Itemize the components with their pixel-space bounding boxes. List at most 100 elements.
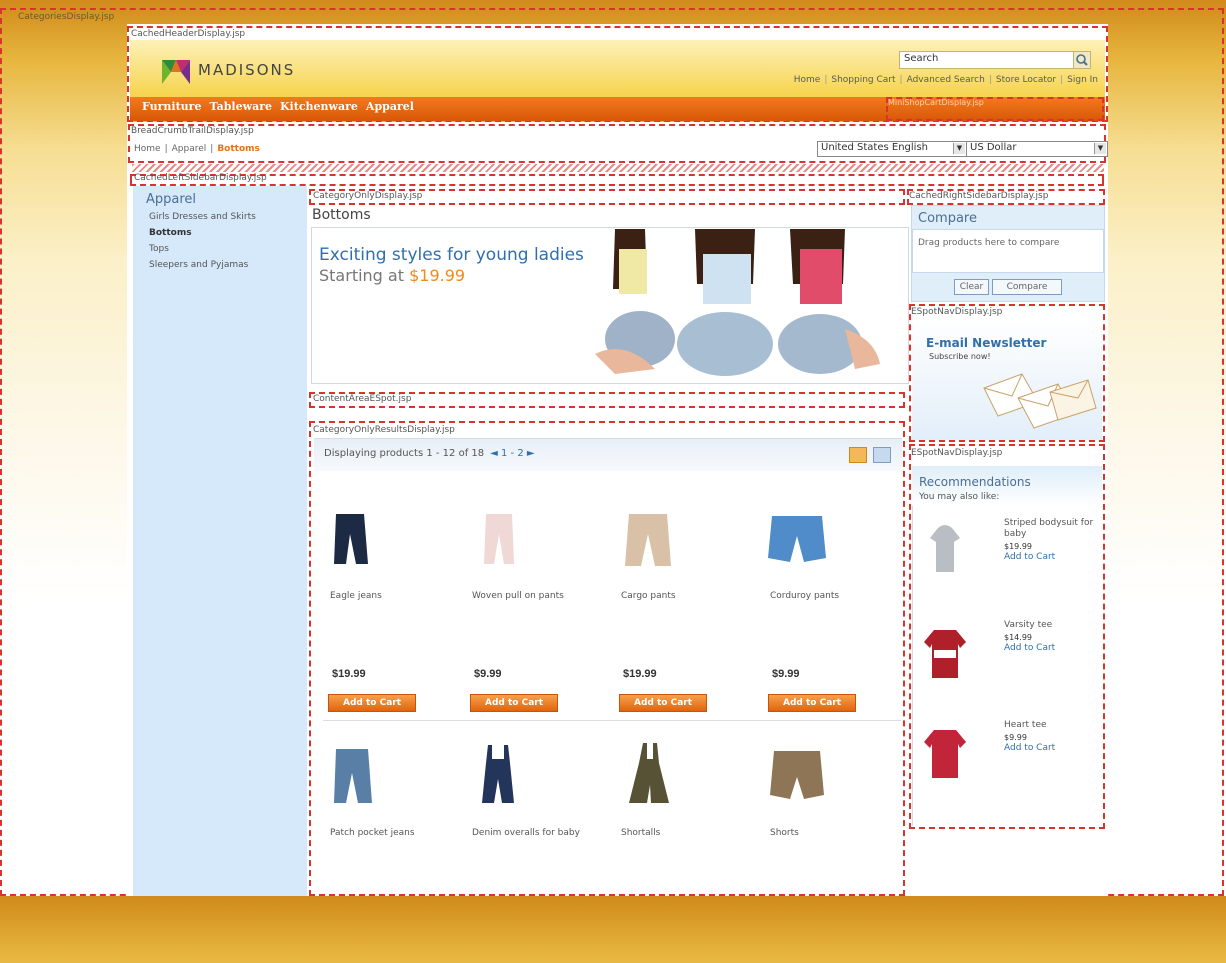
currency-select[interactable]: US Dollar ▼ <box>966 141 1108 157</box>
breadcrumb-home[interactable]: Home <box>134 144 161 154</box>
product-card[interactable]: Denim overalls for baby <box>458 727 598 963</box>
product-card[interactable]: Shortalls <box>607 727 747 963</box>
sidebar-item-tops[interactable]: Tops <box>149 244 256 254</box>
add-to-cart-button[interactable]: Add to Cart <box>768 694 856 712</box>
add-to-cart-button[interactable]: Add to Cart <box>328 694 416 712</box>
grid-view-icon[interactable] <box>849 447 867 463</box>
link-sign-in[interactable]: Sign In <box>1067 75 1098 85</box>
recommendation-info: Heart tee $9.99 Add to Cart <box>1004 720 1100 754</box>
product-card[interactable]: Cargo pants $19.99 Add to Cart <box>607 490 747 726</box>
compare-instructions: Drag products here to compare <box>918 238 1060 248</box>
product-name[interactable]: Denim overalls for baby <box>472 827 592 839</box>
header-links: Home | Shopping Cart | Advanced Search | St… <box>794 75 1098 85</box>
envelope-icon <box>983 373 1097 429</box>
banner-photo <box>585 229 890 381</box>
list-view-icon[interactable] <box>873 447 891 463</box>
recommendation-name[interactable]: Heart tee <box>1004 720 1047 730</box>
banner-subline: Starting at $19.99 <box>319 266 465 285</box>
frame-label-header: CachedHeaderDisplay.jsp <box>131 29 246 39</box>
add-to-cart-link[interactable]: Add to Cart <box>1004 552 1100 563</box>
compare-drop-zone[interactable] <box>912 229 1104 273</box>
compare-button[interactable]: Compare <box>992 279 1062 295</box>
logo-text: MADISONS <box>198 61 296 79</box>
frame-label-minicart: MiniShopCartDisplay.jsp <box>888 98 984 107</box>
breadcrumb-separator: | <box>210 144 214 154</box>
link-separator: | <box>1060 75 1064 85</box>
frame-label-espot-nav-1: ESpotNavDisplay.jsp <box>911 307 1003 317</box>
search-button[interactable] <box>1073 51 1091 69</box>
sidebar-item-sleepers[interactable]: Sleepers and Pyjamas <box>149 260 256 270</box>
product-image <box>334 514 368 564</box>
link-shopping-cart[interactable]: Shopping Cart <box>831 75 895 85</box>
add-to-cart-link[interactable]: Add to Cart <box>1004 643 1100 654</box>
breadcrumb-apparel[interactable]: Apparel <box>172 144 207 154</box>
recommendation-price: $19.99 <box>1004 542 1032 551</box>
left-sidebar <box>133 186 307 896</box>
nav-tableware[interactable]: Tableware <box>209 100 272 113</box>
language-value: United States English <box>821 142 929 153</box>
product-name[interactable]: Corduroy pants <box>770 590 890 602</box>
recommendation-info: Varsity tee $14.99 Add to Cart <box>1004 620 1100 654</box>
sidebar-title[interactable]: Apparel <box>146 192 196 207</box>
product-name[interactable]: Shortalls <box>621 827 741 839</box>
product-name[interactable]: Eagle jeans <box>330 590 450 602</box>
recommendation-name[interactable]: Striped bodysuit for baby <box>1004 518 1093 539</box>
newsletter-subtitle: Subscribe now! <box>929 352 991 361</box>
product-image <box>625 514 671 566</box>
add-to-cart-button[interactable]: Add to Cart <box>619 694 707 712</box>
product-name[interactable]: Woven pull on pants <box>472 590 592 602</box>
recommendations-title: Recommendations <box>919 475 1031 489</box>
link-home[interactable]: Home <box>794 75 821 85</box>
product-image <box>484 514 514 564</box>
recommendation-price: $14.99 <box>1004 633 1032 642</box>
product-price: $9.99 <box>772 668 800 680</box>
breadcrumb-separator: | <box>164 144 168 154</box>
results-count-text: Displaying products 1 - 12 of 18 <box>324 448 485 459</box>
sidebar-item-bottoms[interactable]: Bottoms <box>149 228 256 238</box>
product-card[interactable]: Eagle jeans $19.99 Add to Cart <box>316 490 456 726</box>
product-garment <box>930 525 960 572</box>
product-image <box>924 730 966 778</box>
product-garment <box>484 514 514 564</box>
link-separator: | <box>899 75 903 85</box>
product-name[interactable]: Cargo pants <box>621 590 741 602</box>
product-garment <box>482 745 514 803</box>
product-card[interactable]: Shorts <box>756 727 896 963</box>
nav-kitchenware[interactable]: Kitchenware <box>280 100 358 113</box>
product-image <box>924 630 966 678</box>
frame-label-breadcrumb: BreadCrumbTrailDisplay.jsp <box>131 126 254 136</box>
language-select[interactable]: United States English ▼ <box>817 141 967 157</box>
recommendation-item[interactable]: Striped bodysuit for baby $19.99 Add to … <box>918 518 1098 598</box>
link-store-locator[interactable]: Store Locator <box>996 75 1056 85</box>
newsletter-title[interactable]: E-mail Newsletter <box>926 336 1046 350</box>
clear-button[interactable]: Clear <box>954 279 989 295</box>
chevron-down-icon: ▼ <box>953 143 965 154</box>
link-advanced-search[interactable]: Advanced Search <box>907 75 985 85</box>
nav-apparel[interactable]: Apparel <box>366 100 414 113</box>
product-garment <box>334 749 372 803</box>
recommendation-name[interactable]: Varsity tee <box>1004 620 1052 630</box>
product-image <box>770 751 824 799</box>
product-image <box>334 749 372 803</box>
add-to-cart-button[interactable]: Add to Cart <box>470 694 558 712</box>
product-card[interactable]: Woven pull on pants $9.99 Add to Cart <box>458 490 598 726</box>
nav-furniture[interactable]: Furniture <box>142 100 201 113</box>
product-name[interactable]: Patch pocket jeans <box>330 827 450 839</box>
banner-subline-text: Starting at <box>319 266 404 285</box>
product-card[interactable]: Corduroy pants $9.99 Add to Cart <box>756 490 896 726</box>
product-garment <box>924 730 966 778</box>
product-image <box>482 745 514 803</box>
product-card[interactable]: Patch pocket jeans <box>316 727 456 963</box>
add-to-cart-link[interactable]: Add to Cart <box>1004 743 1100 754</box>
frame-label-category-only: CategoryOnlyDisplay.jsp <box>313 191 423 201</box>
banner-headline: Exciting styles for young ladies <box>319 245 584 265</box>
breadcrumb: Home | Apparel | Bottoms <box>134 144 260 154</box>
frame-label-right-sidebar: CachedRightSidebarDisplay.jsp <box>909 191 1049 201</box>
recommendation-item[interactable]: Heart tee $9.99 Add to Cart <box>918 720 1098 800</box>
recommendation-item[interactable]: Varsity tee $14.99 Add to Cart <box>918 620 1098 700</box>
pagination[interactable]: ◄ 1 - 2 ► <box>490 448 534 459</box>
product-name[interactable]: Shorts <box>770 827 890 839</box>
search-input[interactable]: Search <box>899 51 1077 69</box>
store-logo[interactable]: MADISONS <box>162 56 295 84</box>
sidebar-item-girls-dresses[interactable]: Girls Dresses and Skirts <box>149 212 256 222</box>
